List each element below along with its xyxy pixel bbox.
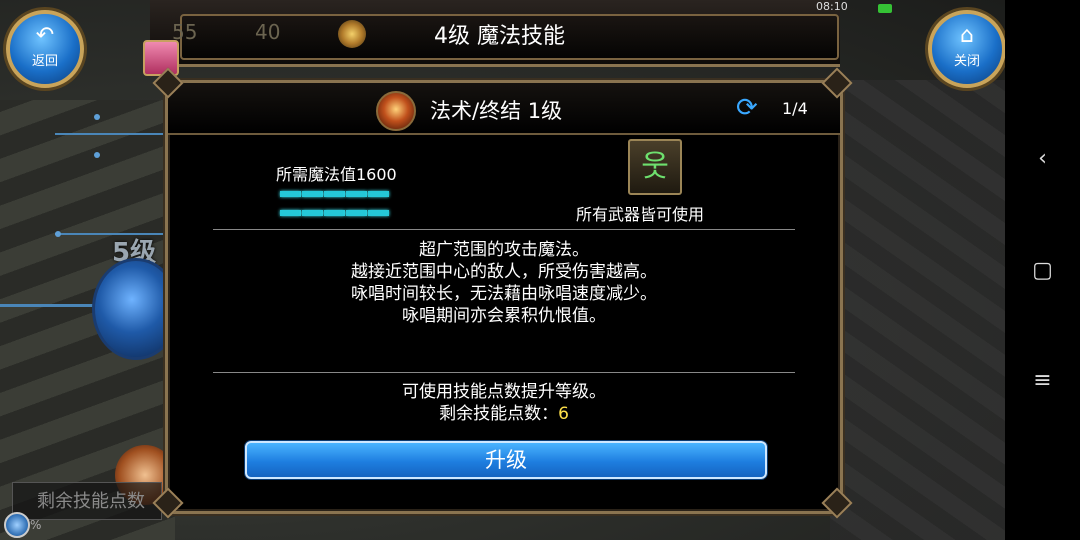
skill-detail-dialog: 法术/终结 1级 ⟳ 1/4 所需魔法值1600 웃 所有武器皆可使用 超广范围… bbox=[165, 80, 843, 514]
background-stone-floor bbox=[830, 80, 1005, 540]
magic-skill-icon bbox=[376, 91, 416, 131]
mp-bar-segment bbox=[368, 210, 389, 216]
divider bbox=[213, 229, 795, 230]
description-line: 超广范围的攻击魔法。 bbox=[419, 240, 589, 260]
weapon-requirement: 所有武器皆可使用 bbox=[576, 205, 705, 224]
android-nav-bar: ‹ ▢ ≡ bbox=[1005, 0, 1080, 540]
mp-bar-segment bbox=[280, 210, 301, 216]
mp-gauge bbox=[280, 186, 400, 224]
corner-settings-icon[interactable] bbox=[4, 512, 30, 538]
remaining-points-value: 6 bbox=[558, 404, 569, 424]
mp-bar-segment bbox=[346, 191, 367, 197]
skill-tree-node bbox=[94, 152, 100, 158]
description-line: 咏唱时间较长，无法藉由咏唱速度减少。 bbox=[351, 284, 657, 304]
back-button-label: 返回 bbox=[31, 54, 58, 69]
skill-tree-line bbox=[55, 133, 165, 135]
close-button[interactable]: ⌂ 关闭 bbox=[928, 10, 1005, 88]
top-value-right: 40 bbox=[255, 20, 281, 44]
nav-menu-icon[interactable]: ≡ bbox=[1005, 368, 1080, 393]
back-button[interactable]: ↶ 返回 bbox=[6, 10, 84, 88]
nav-home-icon[interactable]: ▢ bbox=[1005, 258, 1080, 283]
description-line: 越接近范围中心的敌人，所受伤害越高。 bbox=[351, 262, 657, 282]
cycle-arrows-icon[interactable]: ⟳ bbox=[736, 94, 768, 122]
battery-icon bbox=[878, 4, 892, 13]
person-figure-icon: 웃 bbox=[628, 139, 682, 195]
mp-bar-segment bbox=[280, 191, 301, 197]
skill-tree-node bbox=[94, 114, 100, 120]
mp-bar-segment bbox=[346, 210, 367, 216]
mp-bar-segment bbox=[324, 191, 345, 197]
close-button-label: 关闭 bbox=[953, 54, 980, 69]
magic-category-icon bbox=[338, 20, 366, 48]
status-time: 08:10 bbox=[816, 0, 848, 13]
page-title: 4级 魔法技能 bbox=[434, 24, 565, 49]
nav-back-icon[interactable]: ‹ bbox=[1005, 146, 1080, 171]
game-viewport: 5级 剩余技能点数 % 55 40 4级 魔法技能 08:10 ↶ 返回 ⌂ 关… bbox=[0, 0, 1005, 540]
dialog-header: 法术/终结 1级 ⟳ 1/4 bbox=[168, 83, 840, 135]
page-counter: 1/4 bbox=[782, 99, 808, 118]
remaining-points-line: 剩余技能点数：6 bbox=[213, 403, 795, 425]
home-icon: ⌂ bbox=[960, 23, 974, 48]
skill-description: 超广范围的攻击魔法。 越接近范围中心的敌人，所受伤害越高。 咏唱时间较长，无法藉… bbox=[213, 239, 795, 327]
skill-points-info: 可使用技能点数提升等级。 剩余技能点数：6 bbox=[213, 381, 795, 425]
info-line: 可使用技能点数提升等级。 bbox=[402, 382, 606, 402]
mp-bar-segment bbox=[302, 191, 323, 197]
skill-title: 法术/终结 1级 bbox=[430, 99, 563, 123]
mp-bar-segment bbox=[324, 210, 345, 216]
mp-bar-segment bbox=[302, 210, 323, 216]
description-line: 咏唱期间亦会累积仇恨值。 bbox=[402, 306, 606, 326]
mp-bar-segment bbox=[368, 191, 389, 197]
skill-tree-line bbox=[0, 304, 95, 307]
mp-requirement: 所需魔法值1600 bbox=[276, 165, 397, 184]
divider bbox=[213, 372, 795, 373]
background-remaining-points: 剩余技能点数 bbox=[12, 482, 162, 520]
undo-arrow-icon: ↶ bbox=[35, 23, 55, 48]
remaining-points-label: 剩余技能点数： bbox=[439, 404, 559, 424]
background-percent: % bbox=[30, 518, 42, 532]
skill-tree-node bbox=[55, 231, 61, 237]
gift-icon[interactable] bbox=[143, 40, 179, 76]
upgrade-button[interactable]: 升级 bbox=[245, 441, 767, 479]
